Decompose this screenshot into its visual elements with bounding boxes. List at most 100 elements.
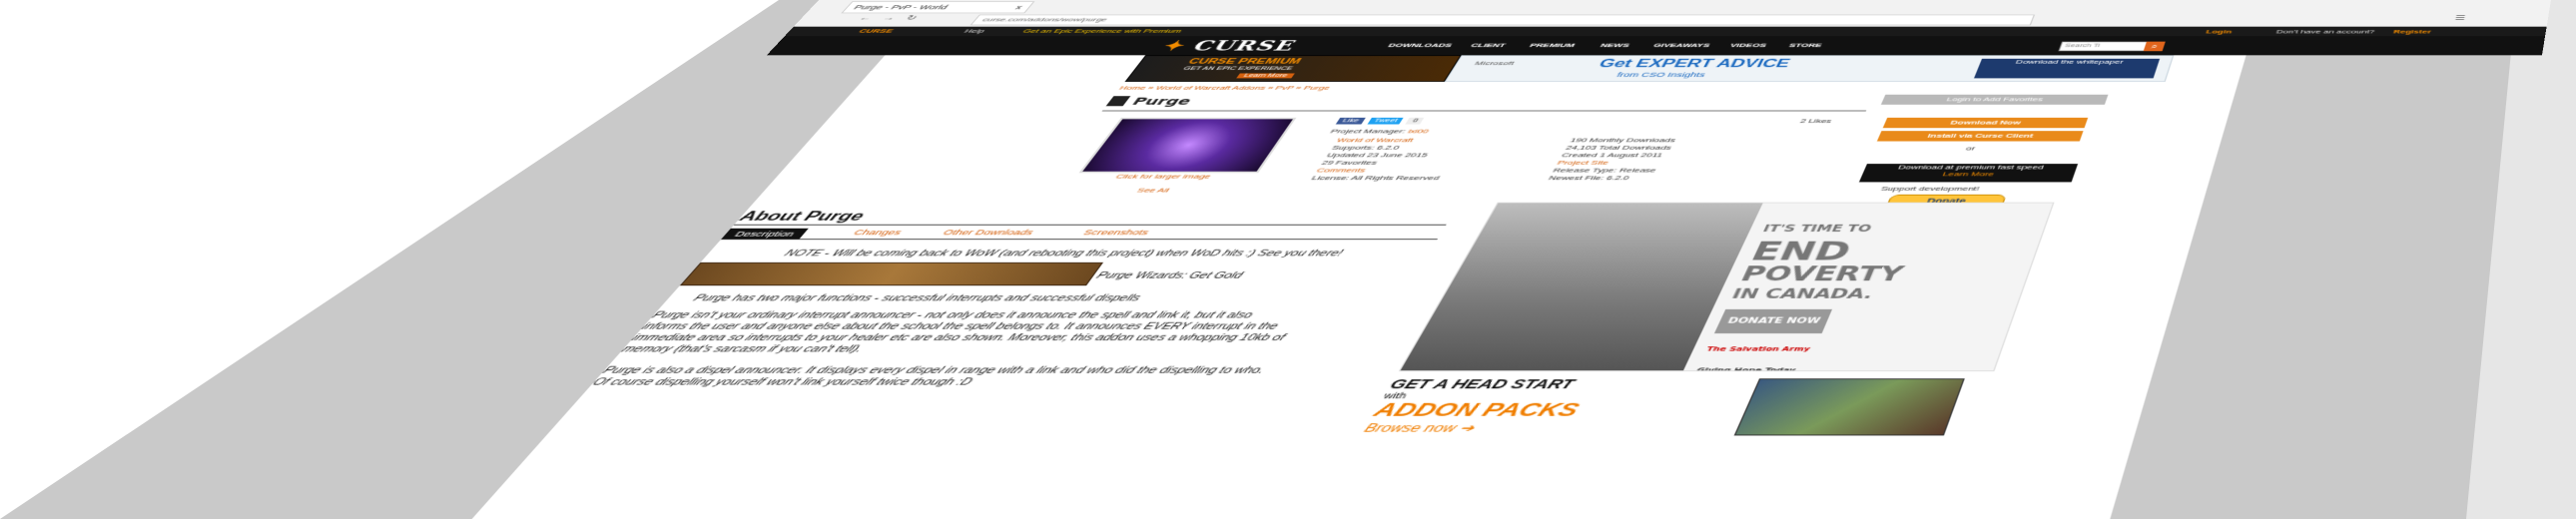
total-downloads: 24,103 Total Downloads: [1564, 144, 1673, 152]
charity-tagline: Giving Hope Today: [1694, 366, 1797, 372]
or-separator: or: [1964, 145, 1977, 152]
ms-sub: from CSO Insights: [1614, 71, 1707, 79]
charity-donate-button[interactable]: DONATE NOW: [1713, 308, 1833, 334]
charity-line-3: POVERTY: [1736, 261, 1907, 286]
premium-learn-more[interactable]: Learn More: [1861, 171, 2076, 178]
curse-logo[interactable]: ✦ CURSE: [1158, 38, 1301, 54]
like-button[interactable]: Like: [1335, 117, 1366, 125]
addon-ad-big: ADDON PACKS: [1369, 400, 1584, 421]
content-area: CURSE PREMIUM GET AN EPIC EXPERIENCE Lea…: [469, 55, 2247, 519]
about-divider: [733, 224, 1447, 226]
paragraph-dispel-1: Purge is also a dispel announcer. It dis…: [599, 365, 1267, 376]
browse-now-link[interactable]: Browse now ➔: [1362, 421, 1699, 434]
browser-chrome: Purge - PvP - World x ← → ↻ curse.com/ad…: [793, 0, 2551, 28]
download-now-button[interactable]: Download Now: [1882, 117, 2089, 129]
paragraph-functions: Purge has two major functions - successf…: [690, 293, 1143, 303]
nav-videos[interactable]: VIDEOS: [1729, 42, 1768, 48]
tweet-button[interactable]: Tweet: [1367, 117, 1405, 125]
updated-date: Updated 23 June 2015: [1325, 151, 1430, 159]
topbar-promo[interactable]: Get an Epic Experience with Premium: [1021, 28, 1184, 34]
charity-ad[interactable]: IT'S TIME TO END POVERTY IN CANADA. DONA…: [1398, 202, 2055, 372]
premium-download-button[interactable]: Download at premium fast speed Learn Mor…: [1858, 164, 2079, 183]
paragraph-dispel-2: Of course dispelling yourself won't link…: [588, 377, 974, 388]
premium-download-text: Download at premium fast speed: [1897, 164, 2046, 171]
search-icon[interactable]: ⌕: [2143, 41, 2166, 52]
main-nav: ✦ CURSE DOWNLOADS CLIENT PREMIUM NEWS GI…: [766, 36, 2546, 56]
monthly-downloads: 190 Monthly Downloads: [1569, 137, 1677, 144]
tab-title: Purge - PvP - World: [852, 3, 951, 11]
charity-line-2: END: [1745, 236, 1857, 267]
comments-link[interactable]: Comments: [1315, 167, 1368, 174]
login-link[interactable]: Login: [2206, 29, 2233, 35]
nav-store[interactable]: STORE: [1788, 42, 1823, 48]
refresh-icon[interactable]: ↻: [903, 15, 919, 22]
note-text: NOTE - Will be coming back to WoW (and r…: [781, 249, 1345, 259]
browser-tab[interactable]: Purge - PvP - World x: [841, 1, 1035, 14]
register-link[interactable]: Register: [2393, 29, 2432, 35]
microsoft-logo: Microsoft: [1473, 60, 1517, 67]
addon-screenshot[interactable]: [1078, 117, 1297, 174]
curse-topbar: CURSE Help Get an Epic Experience with P…: [784, 26, 2547, 37]
created-date: Created 1 August 2011: [1560, 151, 1664, 159]
likes-count: 2 Likes: [1798, 117, 1833, 125]
manager-link[interactable]: lxi00: [1406, 128, 1430, 135]
project-manager: Project Manager: lxi00: [1329, 128, 1431, 135]
premium-banner-line: GET AN EPIC EXPERIENCE: [1181, 66, 1294, 72]
addon-pack-image: [1733, 378, 1965, 436]
arrow-right-icon: ➔: [1456, 421, 1478, 435]
larger-image-link[interactable]: Click for larger image: [1073, 173, 1253, 180]
charity-brand: The Salvation Army: [1704, 345, 1812, 353]
topbar-logo[interactable]: CURSE: [857, 28, 895, 34]
premium-banner-title: CURSE PREMIUM: [1185, 57, 1304, 66]
ms-headline: Get EXPERT ADVICE: [1596, 58, 1792, 70]
about-heading: About Purge: [735, 210, 869, 225]
addon-ad-head: GET A HEAD START: [1387, 376, 1578, 391]
nav-downloads[interactable]: DOWNLOADS: [1387, 42, 1454, 48]
license: License: All Rights Reserved: [1309, 174, 1442, 182]
nav-client[interactable]: CLIENT: [1470, 42, 1508, 48]
menu-icon[interactable]: ☰: [2454, 15, 2466, 22]
install-client-button[interactable]: Install via Curse Client: [1876, 131, 2084, 142]
microsoft-banner[interactable]: Microsoft Get EXPERT ADVICE from CSO Ins…: [1444, 55, 2175, 82]
tab-changes[interactable]: Changes: [852, 229, 905, 237]
paragraph-interrupt-4: memory (that's sarcasm if you can't tell…: [618, 344, 866, 355]
tab-other-downloads[interactable]: Other Downloads: [941, 229, 1035, 237]
title-divider: [1101, 110, 1867, 112]
supports-version: Supports: 6.2.0: [1330, 144, 1402, 152]
perspective-stage: Purge - PvP - World x ← → ↻ curse.com/ad…: [0, 0, 2576, 519]
back-arrow-icon[interactable]: ←: [857, 15, 875, 22]
addon-ad-with: with: [1381, 390, 1409, 401]
nav-giveaways[interactable]: GIVEAWAYS: [1652, 42, 1711, 48]
addon-icon: [1105, 96, 1131, 107]
see-all-link[interactable]: See All: [1063, 187, 1244, 194]
release-type: Release Type: Release: [1551, 167, 1658, 174]
manager-label: Project Manager:: [1328, 128, 1408, 135]
tab-close-icon[interactable]: x: [1011, 2, 1025, 13]
project-site-link[interactable]: Project Site: [1556, 160, 1610, 167]
no-account-text: Don't have an account?: [2275, 28, 2376, 35]
premium-banner[interactable]: CURSE PREMIUM GET AN EPIC EXPERIENCE Lea…: [1124, 55, 1462, 82]
paragraph-interrupt-1: Purge isn't your ordinary interrupt anno…: [648, 310, 1255, 321]
social-buttons: Like Tweet 0: [1335, 117, 1429, 125]
tab-screenshots[interactable]: Screenshots: [1081, 229, 1151, 237]
ms-cta[interactable]: Download the whitepaper: [1974, 58, 2161, 79]
browse-now-text: Browse now: [1361, 421, 1460, 435]
nav-news[interactable]: NEWS: [1600, 42, 1631, 48]
add-favorites-button[interactable]: Login to Add Favorites: [1880, 94, 2109, 105]
ad-image-gold[interactable]: [679, 261, 1104, 286]
game-link[interactable]: World of Warcraft: [1335, 137, 1415, 144]
topbar-help[interactable]: Help: [963, 28, 987, 34]
forward-arrow-icon[interactable]: →: [880, 15, 898, 22]
nav-premium[interactable]: PREMIUM: [1529, 42, 1577, 48]
address-bar[interactable]: curse.com/addons/wow/purge: [969, 14, 2036, 26]
search-input[interactable]: Search Ti: [2058, 41, 2151, 52]
support-text: Support development!: [1879, 185, 1981, 193]
paragraph-interrupt-2: informs the user and anyone else about t…: [638, 321, 1281, 332]
page-title: Purge: [1105, 96, 1194, 108]
premium-learn-button[interactable]: Learn More: [1236, 73, 1295, 79]
curse-logo-text: CURSE: [1188, 37, 1301, 54]
addon-pack-ad[interactable]: GET A HEAD START with ADDON PACKS Browse…: [1341, 376, 1719, 469]
tabs-divider: [720, 239, 1438, 241]
breadcrumb[interactable]: Home » World of Warcraft Addons » PvP » …: [1117, 85, 1332, 91]
charity-line-4: IN CANADA.: [1728, 285, 1876, 302]
